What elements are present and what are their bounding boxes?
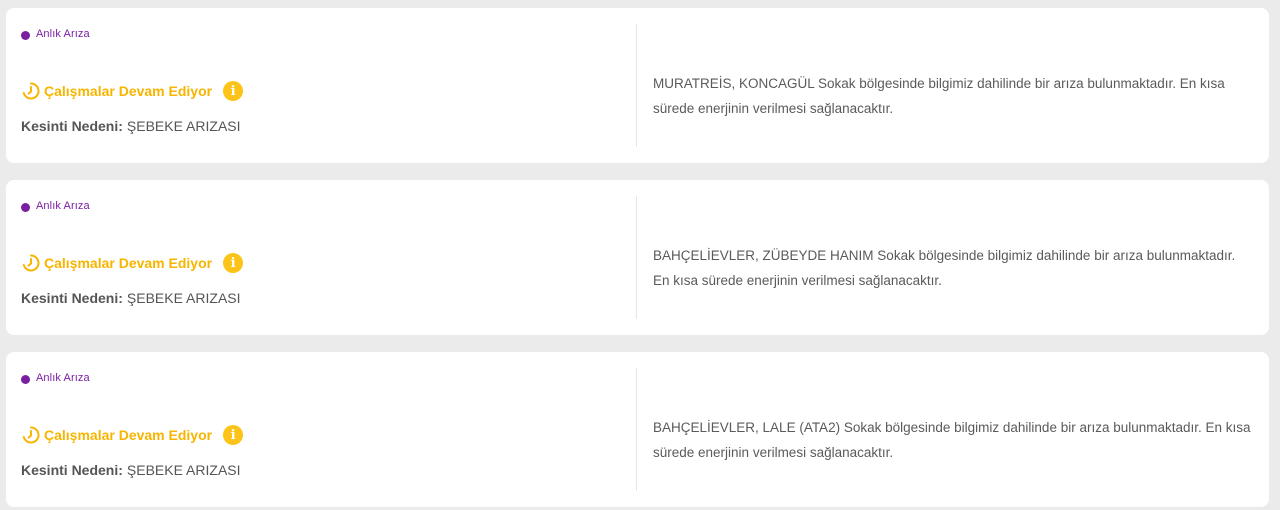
divider [636,368,637,491]
outage-type: Anlık Arıza [21,200,90,212]
work-status: Çalışmalar Devam Ediyor i [21,253,244,273]
status-dot-icon [21,375,30,384]
work-status: Çalışmalar Devam Ediyor i [21,81,244,101]
clock-progress-icon [21,425,41,445]
status-label: Çalışmalar Devam Ediyor [44,255,213,271]
outage-description: BAHÇELİEVLER, ZÜBEYDE HANIM Sokak bölges… [653,248,1236,288]
outage-card: Anlık Arıza Çalışmalar Devam Ediyor i Ke… [6,8,1269,163]
outage-description: BAHÇELİEVLER, LALE (ATA2) Sokak bölgesin… [653,420,1251,460]
reason-key: Kesinti Nedeni: [21,462,123,478]
outage-type: Anlık Arıza [21,372,90,384]
outage-reason: Kesinti Nedeni: ŞEBEKE ARIZASI [21,290,241,306]
info-icon[interactable]: i [223,81,244,101]
outage-list: Anlık Arıza Çalışmalar Devam Ediyor i Ke… [0,0,1280,510]
outage-type: Anlık Arıza [21,28,90,40]
reason-value: ŞEBEKE ARIZASI [126,462,241,478]
clock-progress-icon [21,253,41,273]
reason-key: Kesinti Nedeni: [21,118,123,134]
status-label: Çalışmalar Devam Ediyor [44,83,213,99]
outage-description: MURATREİS, KONCAGÜL Sokak bölgesinde bil… [653,76,1225,116]
divider [636,24,637,147]
reason-value: ŞEBEKE ARIZASI [126,118,241,134]
reason-key: Kesinti Nedeni: [21,290,123,306]
outage-type-label: Anlık Arıza [36,28,90,40]
info-icon[interactable]: i [223,425,244,445]
outage-reason: Kesinti Nedeni: ŞEBEKE ARIZASI [21,462,241,478]
info-icon[interactable]: i [223,253,244,273]
status-dot-icon [21,203,30,212]
status-label: Çalışmalar Devam Ediyor [44,427,213,443]
clock-progress-icon [21,81,41,101]
work-status: Çalışmalar Devam Ediyor i [21,425,244,445]
outage-card: Anlık Arıza Çalışmalar Devam Ediyor i Ke… [6,352,1269,507]
outage-type-label: Anlık Arıza [36,200,90,212]
outage-reason: Kesinti Nedeni: ŞEBEKE ARIZASI [21,118,241,134]
reason-value: ŞEBEKE ARIZASI [126,290,241,306]
outage-type-label: Anlık Arıza [36,372,90,384]
outage-card: Anlık Arıza Çalışmalar Devam Ediyor i Ke… [6,180,1269,335]
status-dot-icon [21,31,30,40]
divider [636,196,637,319]
